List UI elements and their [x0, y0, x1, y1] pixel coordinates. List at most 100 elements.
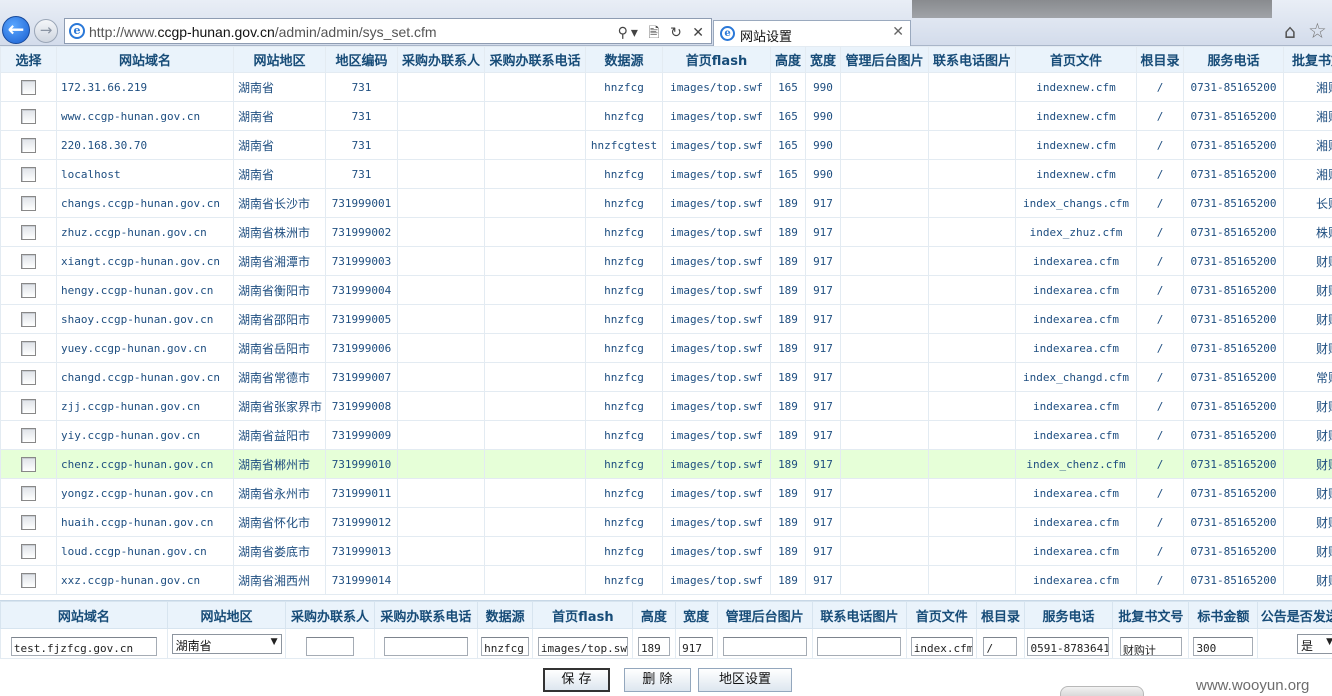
save-button[interactable]: 保 存 [543, 668, 610, 692]
width-cell: 917 [805, 449, 841, 479]
width-cell: 917 [805, 333, 841, 363]
contact-phone-cell [484, 420, 586, 450]
favorites-star-icon[interactable]: ☆ [1308, 19, 1327, 43]
row-checkbox[interactable] [21, 253, 36, 269]
row-checkbox[interactable] [21, 427, 36, 443]
region-cell: 湖南省 [233, 72, 326, 102]
row-checkbox[interactable] [21, 398, 36, 414]
table-row[interactable]: hengy.ccgp-hunan.gov.cn 湖南省衡阳市 731999004 hn… [0, 275, 1332, 305]
table-row[interactable]: yongz.ccgp-hunan.gov.cn 湖南省永州市 731999011 hn… [0, 478, 1332, 508]
region-settings-button[interactable]: 地区设置 [698, 668, 792, 692]
table-row[interactable]: www.ccgp-hunan.gov.cn 湖南省 731 hnzfcg images/… [0, 101, 1332, 131]
root-cell: / [1136, 507, 1184, 537]
table-row[interactable]: zjj.ccgp-hunan.gov.cn 湖南省张家界市 731999008 hnz… [0, 391, 1332, 421]
select-cell [0, 304, 57, 334]
select-cell [0, 507, 57, 537]
table-row[interactable]: 220.168.30.70 湖南省 731 hnzfcgtest images/top.… [0, 130, 1332, 160]
datasource-cell: hnzfcgtest [585, 130, 663, 160]
table-row[interactable]: yiy.ccgp-hunan.gov.cn 湖南省益阳市 731999009 hnzf… [0, 420, 1332, 450]
phone-img-cell [928, 478, 1016, 508]
index-file-input[interactable]: index.cfm [910, 637, 973, 656]
row-checkbox[interactable] [21, 572, 36, 588]
root-input[interactable]: / [983, 637, 1018, 656]
table-row[interactable]: xiangt.ccgp-hunan.gov.cn 湖南省湘潭市 731999003 h… [0, 246, 1332, 276]
row-checkbox[interactable] [21, 108, 36, 124]
table-row[interactable]: 172.31.66.219 湖南省 731 hnzfcg images/top.swf 1… [0, 72, 1332, 102]
row-checkbox[interactable] [21, 311, 36, 327]
approval-cell: 财购计 [1283, 507, 1332, 537]
service-phone-input[interactable]: 0591-87836416 [1027, 637, 1110, 656]
phone-img-cell [928, 362, 1016, 392]
address-bar[interactable]: e http://www.ccgp-hunan.gov.cn/admin/adm… [64, 18, 712, 44]
home-icon[interactable]: ⌂ [1284, 21, 1296, 43]
col-header-phone-img: 联系电话图片 [928, 46, 1016, 73]
phone-img-cell [928, 449, 1016, 479]
row-checkbox[interactable] [21, 456, 36, 472]
approval-cell: 财购计 [1283, 478, 1332, 508]
approval-cell: 财购计 [1283, 449, 1332, 479]
row-checkbox[interactable] [21, 137, 36, 153]
region-code-cell: 731999001 [325, 188, 398, 218]
table-row[interactable]: huaih.ccgp-hunan.gov.cn 湖南省怀化市 731999012 hn… [0, 507, 1332, 537]
amount-input[interactable]: 300 [1193, 637, 1254, 656]
notice-select[interactable]: 是 ▼ [1297, 633, 1332, 654]
row-checkbox[interactable] [21, 79, 36, 95]
flash-cell: images/top.swf [662, 101, 771, 131]
domain-cell: zjj.ccgp-hunan.gov.cn [56, 391, 234, 421]
form-header-index-file: 首页文件 [906, 601, 978, 629]
table-row[interactable]: shaoy.ccgp-hunan.gov.cn 湖南省邵阳市 731999005 hn… [0, 304, 1332, 334]
table-row[interactable]: zhuz.ccgp-hunan.gov.cn 湖南省株洲市 731999002 hnz… [0, 217, 1332, 247]
title-bar-strip [912, 0, 1272, 18]
phone-input[interactable] [383, 637, 468, 656]
table-row[interactable]: loud.ccgp-hunan.gov.cn 湖南省娄底市 731999013 hnz… [0, 536, 1332, 566]
forward-arrow-icon[interactable]: → [34, 19, 58, 43]
row-checkbox[interactable] [21, 166, 36, 182]
row-checkbox[interactable] [21, 340, 36, 356]
row-checkbox[interactable] [21, 369, 36, 385]
row-checkbox[interactable] [21, 195, 36, 211]
phone-img-input[interactable] [817, 637, 902, 656]
domain-input[interactable]: test.fjzfcg.gov.cn [10, 637, 157, 656]
admin-img-cell [840, 362, 929, 392]
region-select-value: 湖南省 [175, 638, 212, 653]
browser-tab[interactable]: e 网站设置 ✕ [713, 20, 911, 46]
admin-img-input[interactable] [722, 637, 807, 656]
table-row[interactable]: changs.ccgp-hunan.gov.cn 湖南省长沙市 731999001 h… [0, 188, 1332, 218]
tab-close-icon[interactable]: ✕ [892, 24, 904, 40]
contact-cell [397, 275, 485, 305]
region-code-cell: 731999010 [325, 449, 398, 479]
datasource-cell: hnzfcg [585, 565, 663, 595]
row-checkbox[interactable] [21, 224, 36, 240]
domain-cell: www.ccgp-hunan.gov.cn [56, 101, 234, 131]
region-select[interactable]: 湖南省 ▼ [171, 633, 282, 654]
table-row[interactable]: changd.ccgp-hunan.gov.cn 湖南省常德市 731999007 h… [0, 362, 1332, 392]
datasource-input[interactable]: hnzfcg [481, 637, 530, 656]
index-file-cell: indexnew.cfm [1015, 101, 1137, 131]
address-tools-icons[interactable]: ⚲▾ 🖹 ↻ ✕ [618, 22, 707, 46]
width-input[interactable]: 917 [679, 637, 714, 656]
table-row[interactable]: yuey.ccgp-hunan.gov.cn 湖南省岳阳市 731999006 hnz… [0, 333, 1332, 363]
back-arrow-icon[interactable]: ← [2, 16, 30, 44]
height-input[interactable]: 189 [637, 637, 670, 656]
index-file-cell: indexnew.cfm [1015, 159, 1137, 189]
contact-input[interactable] [306, 637, 355, 656]
contact-cell [397, 391, 485, 421]
domain-cell: changs.ccgp-hunan.gov.cn [56, 188, 234, 218]
admin-img-cell [840, 304, 929, 334]
approval-input[interactable]: 财购计 [1119, 637, 1182, 656]
height-cell: 189 [770, 333, 806, 363]
row-checkbox[interactable] [21, 543, 36, 559]
width-cell: 990 [805, 101, 841, 131]
row-checkbox[interactable] [21, 282, 36, 298]
row-checkbox[interactable] [21, 485, 36, 501]
table-row[interactable]: chenz.ccgp-hunan.gov.cn 湖南省郴州市 731999010 hn… [0, 449, 1332, 479]
root-cell: / [1136, 565, 1184, 595]
row-checkbox[interactable] [21, 514, 36, 530]
table-row[interactable]: localhost 湖南省 731 hnzfcg images/top.swf 165 99… [0, 159, 1332, 189]
delete-button[interactable]: 删 除 [624, 668, 691, 692]
contact-cell [397, 246, 485, 276]
datasource-cell: hnzfcg [585, 536, 663, 566]
flash-input[interactable]: images/top.swf [537, 637, 628, 656]
phone-img-cell [928, 275, 1016, 305]
table-row[interactable]: xxz.ccgp-hunan.gov.cn 湖南省湘西州 731999014 hnzf… [0, 565, 1332, 595]
